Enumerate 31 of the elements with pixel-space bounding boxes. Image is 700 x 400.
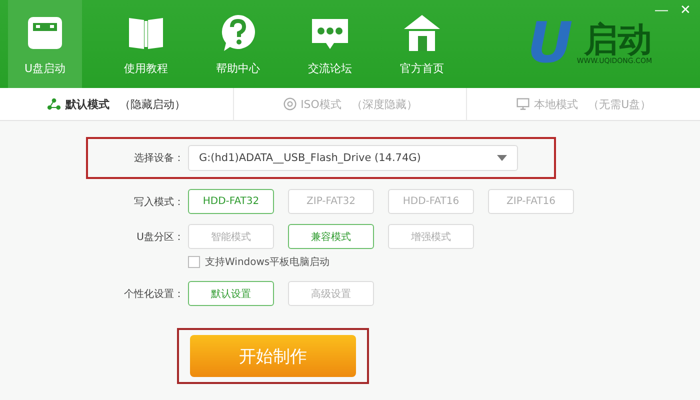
nav-item[interactable]: 交流论坛	[284, 0, 376, 88]
disc-icon	[282, 97, 297, 111]
nav-item[interactable]: 帮助中心	[192, 0, 284, 88]
option-button[interactable]: HDD-FAT16	[388, 189, 474, 214]
nav-item[interactable]: 使用教程	[100, 0, 192, 88]
option-button[interactable]: 默认设置	[188, 281, 274, 306]
logo-mark: U	[527, 16, 573, 72]
option-button[interactable]: 增强模式	[388, 224, 474, 249]
field-label: 写入模式：	[133, 196, 184, 208]
option-button[interactable]: ZIP-FAT32	[288, 189, 374, 214]
option-button[interactable]: HDD-FAT32	[188, 189, 274, 214]
option-button[interactable]: ZIP-FAT16	[488, 189, 574, 214]
field-label: U盘分区：	[136, 230, 184, 244]
option-button[interactable]: 兼容模式	[288, 224, 374, 249]
tablet-checkbox[interactable]: 支持Windows平板电脑启动	[188, 255, 330, 269]
caret-icon	[497, 155, 507, 161]
option-button[interactable]: 高级设置	[288, 281, 374, 306]
close-button[interactable]: ✕	[677, 0, 694, 19]
start-button[interactable]: 开始制作	[190, 335, 356, 377]
monitor-icon	[516, 97, 530, 111]
nav-item[interactable]: U盘启动	[8, 0, 82, 88]
checkbox[interactable]	[188, 256, 200, 268]
nav-item[interactable]: 官方首页	[376, 0, 468, 88]
house-icon	[402, 12, 442, 52]
field-label: 选择设备：	[133, 152, 184, 165]
option-button[interactable]: 智能模式	[188, 224, 274, 249]
device-dropdown[interactable]: G:(hd1)ADATA__USB_Flash_Drive (14.74G)	[188, 145, 518, 171]
minimize-button[interactable]: —	[652, 0, 671, 19]
field-label: 个性化设置：	[123, 288, 184, 300]
share-icon	[47, 97, 62, 111]
logo-name: 启动	[584, 23, 652, 57]
